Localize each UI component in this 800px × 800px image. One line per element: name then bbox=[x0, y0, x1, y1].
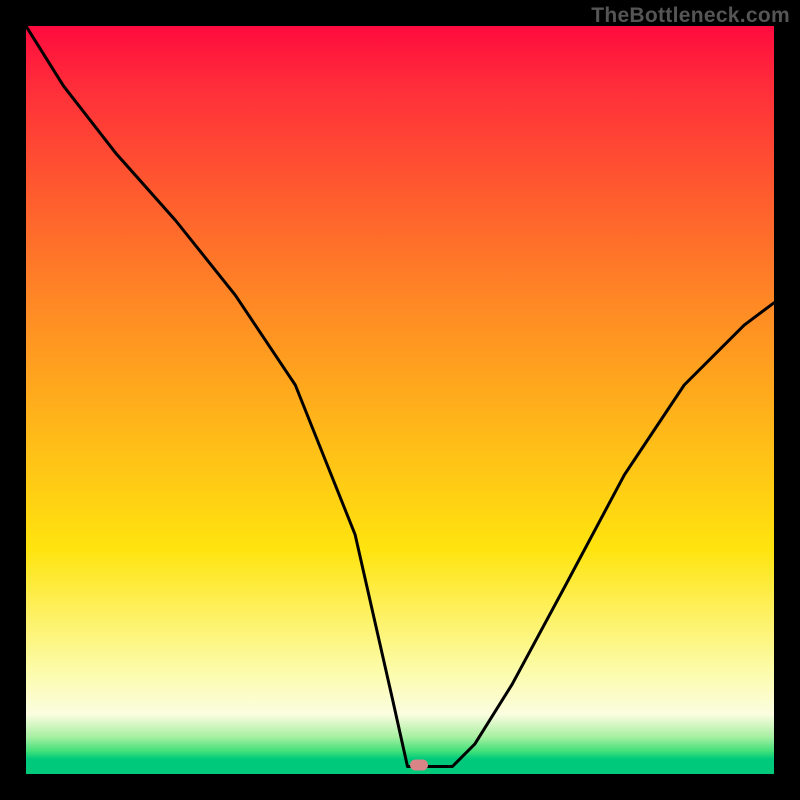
bottleneck-curve bbox=[26, 26, 774, 774]
plot-area bbox=[26, 26, 774, 774]
chart-frame: TheBottleneck.com bbox=[0, 0, 800, 800]
watermark-text: TheBottleneck.com bbox=[591, 4, 790, 28]
minimum-marker bbox=[410, 760, 428, 771]
